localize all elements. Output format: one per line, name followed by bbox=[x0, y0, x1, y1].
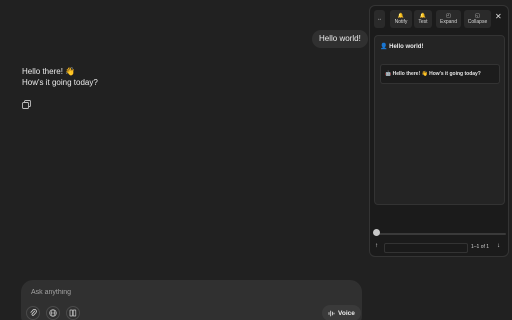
timeline-slider-track[interactable] bbox=[378, 233, 506, 235]
collapse-button[interactable]: ◱ Collapse bbox=[464, 10, 491, 28]
arrow-up-icon[interactable]: ↑ bbox=[375, 243, 378, 249]
book-icon bbox=[69, 309, 77, 317]
voice-button[interactable]: Voice bbox=[322, 305, 361, 320]
search-field[interactable] bbox=[384, 243, 468, 253]
expand-button[interactable]: ◰ Expand bbox=[436, 10, 461, 28]
conversation-title: 👤 Hello world! bbox=[380, 44, 424, 50]
web-search-button[interactable] bbox=[46, 306, 60, 320]
composer: Voice bbox=[21, 280, 362, 320]
globe-icon bbox=[49, 309, 57, 317]
arrows-icon: ↔ bbox=[377, 16, 382, 22]
attach-button[interactable] bbox=[26, 306, 40, 320]
library-button[interactable] bbox=[66, 306, 80, 320]
conversation-card[interactable]: 👤 Hello world! 🤖 Hello there! 👋 How's it… bbox=[374, 35, 505, 205]
pin-button[interactable]: ↔ bbox=[374, 10, 385, 28]
arrow-down-icon[interactable]: ↓ bbox=[497, 243, 500, 249]
copy-icon[interactable] bbox=[22, 96, 31, 109]
pagination: ↑ 1–1 of 1 ↓ bbox=[370, 242, 510, 254]
panel-toolbar: ↔ 🔔 Notify 🔔 Test ◰ Expand ◱ Collapse ✕ bbox=[370, 6, 510, 32]
test-button[interactable]: 🔔 Test bbox=[414, 10, 432, 28]
user-message-bubble: Hello world! bbox=[312, 30, 368, 48]
reply-preview[interactable]: 🤖 Hello there! 👋 How's it going today? bbox=[380, 64, 500, 84]
notify-label: Notify bbox=[394, 18, 408, 25]
notify-button[interactable]: 🔔 Notify bbox=[390, 10, 412, 28]
timeline-slider-thumb[interactable] bbox=[373, 229, 380, 236]
attach-icon bbox=[30, 309, 37, 316]
assistant-message-line: Hello there! 👋 bbox=[22, 67, 76, 76]
app-root: Hello world! Hello there! 👋 How's it goi… bbox=[0, 0, 512, 320]
side-panel: ↔ 🔔 Notify 🔔 Test ◰ Expand ◱ Collapse ✕ … bbox=[369, 5, 509, 257]
test-label: Test bbox=[418, 18, 428, 25]
voice-label: Voice bbox=[338, 309, 355, 317]
close-icon[interactable]: ✕ bbox=[495, 12, 502, 22]
expand-label: Expand bbox=[440, 18, 457, 25]
voice-wave-icon bbox=[328, 310, 335, 316]
assistant-message: Hello there! 👋 How's it going today? bbox=[22, 66, 98, 88]
message-input[interactable] bbox=[31, 289, 321, 296]
pagination-count: 1–1 of 1 bbox=[471, 244, 490, 250]
collapse-label: Collapse bbox=[467, 18, 488, 25]
assistant-message-line: How's it going today? bbox=[22, 78, 98, 87]
